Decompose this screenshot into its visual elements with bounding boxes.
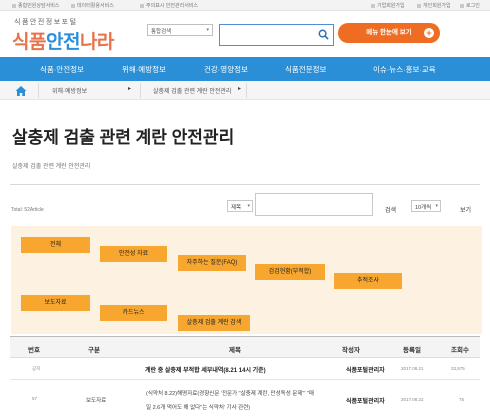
page-size-value: 10개씩	[415, 205, 432, 211]
personal-signup-link[interactable]: 개인회원가입	[417, 2, 451, 9]
logo-part: 안전	[45, 32, 80, 53]
nav-hazard-prevention[interactable]: 위해·예방정보	[122, 64, 166, 75]
row-date: 2017.08.21	[401, 366, 424, 371]
bullet-icon	[71, 4, 75, 8]
topbar-link-data[interactable]: 데이터활용서비스	[71, 2, 114, 9]
utility-bar: 종합민원상담서비스 데이터활용서비스 주의표시 안전관리서비스 기업회원가입 개…	[0, 0, 490, 11]
view-button[interactable]: 보기	[460, 205, 471, 214]
row-author: 식품포털관리자	[346, 399, 385, 405]
person-icon	[417, 4, 421, 8]
table-row[interactable]: 57 보도자료 (식약처 8.22)해명자료(경향신문 '전문가 "살충제 계란…	[10, 380, 480, 416]
search-icon[interactable]	[318, 29, 329, 40]
row-author: 식품포털관리자	[346, 368, 385, 374]
board-search-input[interactable]	[255, 193, 373, 216]
table-header: 번호 구분 제목 작성자 등록일 조회수	[10, 336, 480, 358]
category-faq[interactable]: 자주하는 질문(FAQ)	[178, 255, 246, 271]
page-size-select[interactable]: 10개씩 ▾	[411, 200, 441, 212]
category-inspection-status[interactable]: 검검현황(부적합)	[255, 264, 325, 280]
search-scope-select[interactable]: 통합검색 ▾	[147, 24, 213, 36]
row-title-continued[interactable]: 일 2.6개 먹어도 해 없다"는 식약처' 기사 관련)	[146, 403, 250, 411]
row-date: 2017.08.22	[401, 397, 424, 402]
topbar-link-label: 개인회원가입	[423, 3, 451, 9]
bullet-icon	[140, 4, 144, 8]
category-tracking[interactable]: 추적조사	[334, 273, 402, 289]
topbar-link-label: 데이터활용서비스	[77, 3, 114, 9]
topbar-link-label: 종합민원상담서비스	[18, 3, 60, 9]
table-row[interactable]: 공지 계란 중 살충제 부적합 세부내역(8.21 14시 기준) 식품포털관리…	[10, 358, 480, 380]
page-title: 살충제 검출 관련 계란 안전관리	[12, 128, 235, 147]
login-link[interactable]: 로그인	[460, 2, 480, 9]
site-logo[interactable]: 식품안전나라	[12, 27, 114, 54]
column-header: 작성자	[342, 347, 360, 354]
logo-part: 식품	[12, 32, 46, 53]
column-header: 제목	[229, 347, 241, 354]
page-description: 살충제 검출 관련 계란 안전관리	[12, 164, 91, 170]
row-views: 75	[459, 397, 465, 402]
logo-subtitle: 식품안전정보포털	[14, 19, 78, 26]
category-card-news[interactable]: 카드뉴스	[100, 305, 167, 321]
home-icon[interactable]	[14, 84, 28, 98]
row-number: 공지	[32, 366, 41, 371]
divider	[246, 83, 247, 98]
column-header: 조회수	[451, 347, 469, 354]
topbar-link-label: 로그인	[466, 3, 480, 9]
search-field-value: 제목	[231, 205, 242, 211]
row-number: 57	[32, 396, 38, 401]
divider	[140, 83, 141, 98]
nav-food-expert[interactable]: 식품전문정보	[285, 64, 326, 75]
category-press-release[interactable]: 보도자료	[21, 295, 90, 311]
plus-icon: +	[424, 28, 434, 38]
chevron-down-icon: ▾	[247, 203, 250, 209]
column-header: 구분	[88, 347, 100, 354]
topbar-link-civil[interactable]: 종합민원상담서비스	[12, 2, 59, 9]
column-header: 등록일	[403, 347, 421, 354]
search-field-select[interactable]: 제목 ▾	[227, 200, 253, 212]
bullet-icon	[12, 4, 16, 8]
total-count: Total: 52Article	[11, 207, 44, 213]
breadcrumb-level2[interactable]: 살충제 검출 관련 계란 안전관리	[153, 86, 231, 95]
topbar-link-label-service[interactable]: 주의표시 안전관리서비스	[140, 2, 198, 9]
nav-health-nutrition[interactable]: 건강·영양정보	[204, 64, 248, 75]
topbar-link-label: 기업회원가입	[377, 3, 405, 9]
chevron-down-icon: ▾	[435, 203, 438, 209]
chevron-down-icon: ▾	[206, 27, 209, 33]
divider	[10, 184, 480, 185]
breadcrumb-level1[interactable]: 위해·예방정보	[52, 86, 87, 95]
category-all[interactable]: 전체	[21, 237, 90, 253]
breadcrumb: 위해·예방정보 ▸ 살충제 검출 관련 계란 안전관리 ▸	[0, 81, 490, 100]
row-title[interactable]: 계란 중 살충제 부적합 세부내역(8.21 14시 기준)	[145, 365, 266, 374]
search-button[interactable]: 검색	[385, 205, 396, 214]
person-icon	[371, 4, 375, 8]
nav-food-safety[interactable]: 식품·안전정보	[40, 64, 84, 75]
column-header: 번호	[28, 347, 40, 354]
logo-part: 나라	[79, 32, 114, 53]
category-safety-data[interactable]: 안전성 자료	[100, 246, 167, 262]
divider	[38, 83, 39, 98]
category-egg-search[interactable]: 살충제 검출 계란 검색	[178, 315, 250, 331]
row-category: 보도자료	[86, 398, 107, 404]
lock-icon	[460, 4, 464, 8]
row-views: 33,575	[451, 366, 465, 371]
topbar-link-label: 주의표시 안전관리서비스	[146, 3, 198, 9]
nav-issue-news[interactable]: 이슈·뉴스·홍보·교육	[373, 64, 436, 75]
main-navigation: 식품·안전정보 위해·예방정보 건강·영양정보 식품전문정보 이슈·뉴스·홍보·…	[0, 57, 490, 81]
corporate-signup-link[interactable]: 기업회원가입	[371, 2, 405, 9]
all-menu-label: 메뉴 한눈에 보기	[366, 29, 412, 36]
all-menu-button[interactable]: 메뉴 한눈에 보기 +	[338, 23, 440, 43]
row-title[interactable]: (식약처 8.22)해명자료(경향신문 '전문가 "살충제 계란, 만성독성 문…	[146, 389, 314, 397]
chevron-right-icon[interactable]: ▸	[238, 85, 241, 92]
chevron-right-icon[interactable]: ▸	[128, 85, 131, 92]
search-scope-value: 통합검색	[151, 29, 172, 35]
search-input[interactable]	[219, 24, 334, 46]
